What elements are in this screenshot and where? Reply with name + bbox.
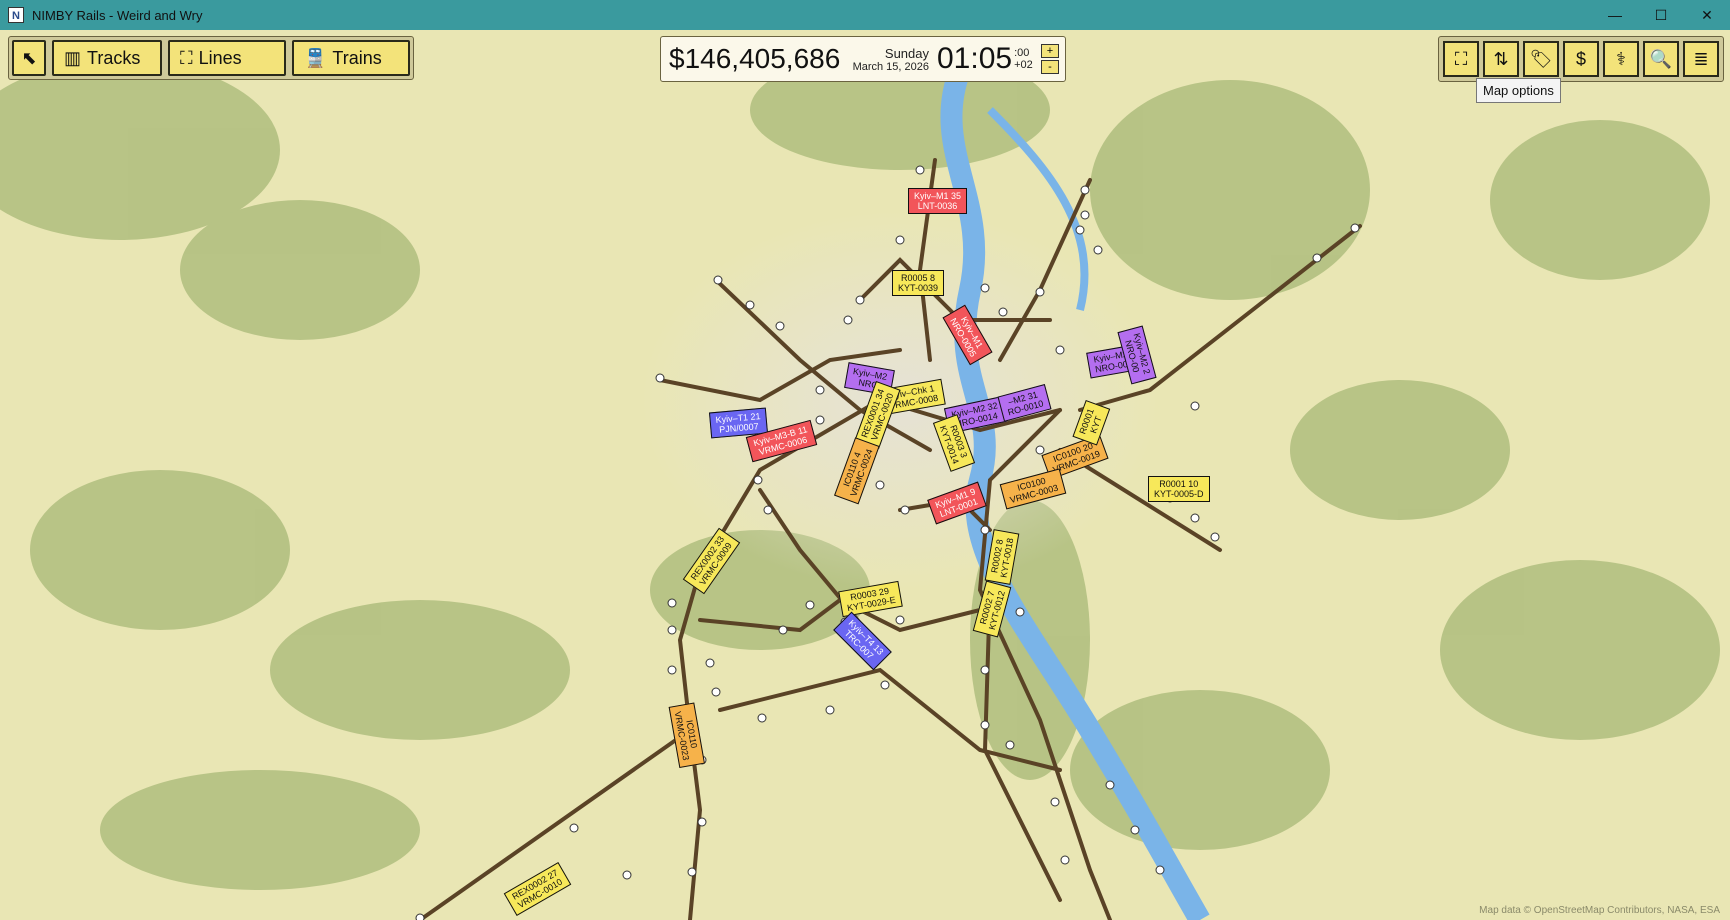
search-icon: 🔍 — [1649, 48, 1673, 69]
window-controls: — ☐ ✕ — [1592, 0, 1730, 30]
tooltip-map-options: Map options — [1476, 78, 1561, 103]
cursor-icon: ⬉ — [21, 47, 37, 68]
speed-down-button[interactable]: - — [1041, 60, 1059, 74]
train-id: LNT-0036 — [917, 201, 958, 211]
train-line: R0001 10 — [1159, 479, 1199, 489]
date-display: Sunday March 15, 2026 — [849, 46, 929, 73]
train-label[interactable]: R0001 10 KYT-0005-D — [1148, 476, 1210, 502]
window-titlebar: N NIMBY Rails - Weird and Wry — ☐ ✕ — [0, 0, 1730, 30]
map-canvas[interactable]: Kyiv–M1 35 LNT-0036 R0005 8 KYT-0039 Kyiv–… — [0, 30, 1730, 920]
lines-icon: ⛶ — [180, 47, 193, 68]
timezone-offset: +02 — [1014, 59, 1033, 71]
tools-toolbar: ⛶ ⇅ 🏷 $ ⚕ 🔍 ≣ — [1438, 36, 1724, 82]
menu-icon: ≣ — [1693, 48, 1709, 69]
close-button[interactable]: ✕ — [1684, 0, 1730, 30]
map-options-button[interactable]: ⛶ — [1443, 41, 1479, 77]
train-icon: 🚆 — [304, 47, 327, 68]
train-line: R0005 8 — [901, 273, 936, 283]
clock-seconds: :00 — [1014, 47, 1030, 59]
train-id: KYT-0005-D — [1154, 489, 1204, 499]
finance-button[interactable]: $ — [1563, 41, 1599, 77]
tracks-button[interactable]: ▥ Tracks — [52, 40, 162, 76]
speed-controls: + - — [1041, 44, 1059, 74]
tag-icon: 🏷 — [1529, 48, 1553, 69]
maximize-button[interactable]: ☐ — [1638, 0, 1684, 30]
trains-button[interactable]: 🚆 Trains — [292, 40, 410, 76]
date: March 15, 2026 — [852, 60, 929, 73]
clock-extra: :00 +02 — [1012, 47, 1033, 71]
select-tool-button[interactable]: ⬉ — [12, 40, 46, 76]
map-options-icon: ⛶ — [1454, 48, 1468, 69]
clock-time: 01:05 — [937, 42, 1013, 75]
train-id: PJN/0007 — [718, 421, 760, 435]
lines-button[interactable]: ⛶ Lines — [168, 40, 286, 76]
minimize-button[interactable]: — — [1592, 0, 1638, 30]
train-line: Kyiv–M1 35 — [914, 191, 962, 201]
train-id: KYT-0039 — [898, 283, 939, 293]
tag-button[interactable]: 🏷 — [1523, 41, 1559, 77]
sort-icon: ⇅ — [1493, 48, 1509, 69]
train-label[interactable]: Kyiv–M1 35 LNT-0036 — [908, 188, 968, 214]
dollar-icon: $ — [1575, 48, 1586, 69]
window-title: NIMBY Rails - Weird and Wry — [32, 7, 203, 23]
menu-button[interactable]: ≣ — [1683, 41, 1719, 77]
trains-label: Trains — [332, 47, 382, 68]
tracks-label: Tracks — [87, 47, 141, 68]
main-toolbar: ⬉ ▥ Tracks ⛶ Lines 🚆 Trains — [8, 36, 414, 80]
app-icon: N — [8, 7, 24, 23]
speed-up-button[interactable]: + — [1041, 44, 1059, 58]
tracks-icon: ▥ — [64, 47, 82, 68]
map-attribution: Map data © OpenStreetMap Contributors, N… — [1479, 905, 1720, 916]
money-balance: $146,405,686 — [669, 43, 841, 74]
stats-button[interactable]: ⚕ — [1603, 41, 1639, 77]
stats-icon: ⚕ — [1616, 48, 1626, 69]
status-panel: $146,405,686 Sunday March 15, 2026 01:05… — [660, 36, 1066, 82]
weekday: Sunday — [884, 45, 929, 61]
sort-button[interactable]: ⇅ — [1483, 41, 1519, 77]
lines-label: Lines — [198, 47, 242, 68]
train-label[interactable]: R0005 8 KYT-0039 — [892, 270, 945, 296]
search-button[interactable]: 🔍 — [1643, 41, 1679, 77]
